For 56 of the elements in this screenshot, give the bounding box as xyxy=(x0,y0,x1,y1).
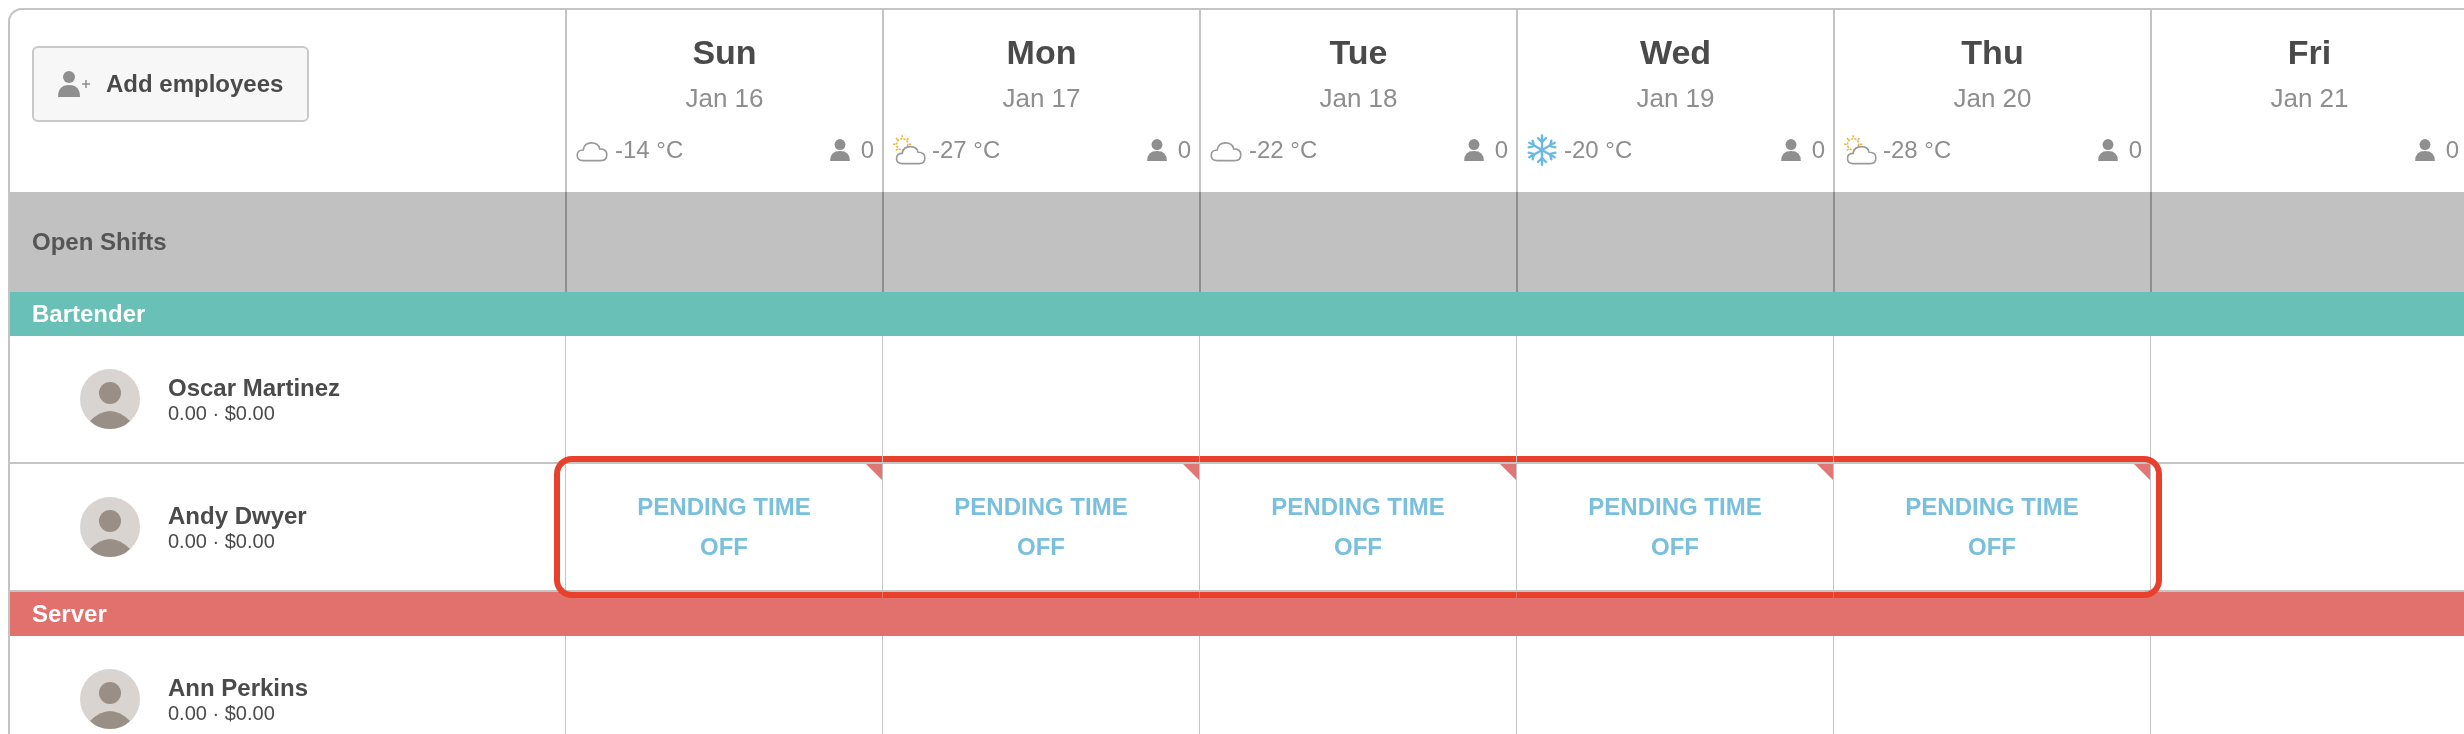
avatar xyxy=(80,369,140,429)
corner-flag-icon xyxy=(1817,464,1833,480)
day-name: Sun xyxy=(692,32,757,73)
day-name: Wed xyxy=(1639,32,1712,73)
temperature: -22 °C xyxy=(1249,135,1318,165)
pending-time-off-label: PENDING TIME OFF xyxy=(1587,492,1763,562)
staff-count: 0 xyxy=(1177,135,1191,165)
pending-time-off-label: PENDING TIME OFF xyxy=(636,492,812,562)
corner-flag-icon xyxy=(1183,464,1199,480)
day-date: Jan 16 xyxy=(685,82,764,115)
add-person-icon xyxy=(58,70,92,98)
day-date: Jan 18 xyxy=(1319,82,1398,115)
group-name: Bartender xyxy=(32,299,146,329)
temperature: -28 °C xyxy=(1883,135,1952,165)
day-name: Fri xyxy=(2287,32,2332,73)
staff-count: 0 xyxy=(1811,135,1825,165)
employee-hours-cost: 0.00 · $0.00 xyxy=(168,402,276,424)
person-icon xyxy=(1779,138,1802,162)
pending-time-off-label: PENDING TIME OFF xyxy=(953,492,1129,562)
corner-flag-icon xyxy=(2134,464,2150,480)
person-icon xyxy=(2096,138,2119,162)
staff-count: 0 xyxy=(860,135,874,165)
avatar xyxy=(80,669,140,729)
day-date: Jan 21 xyxy=(2270,82,2349,115)
day-date: Jan 19 xyxy=(1636,82,1715,115)
employee-hours-cost: 0.00 · $0.00 xyxy=(168,530,276,552)
add-employees-button[interactable]: Add employees xyxy=(32,46,310,122)
employee-name: Ann Perkins xyxy=(168,674,309,702)
sun-cloud-icon xyxy=(892,134,926,166)
employee-name: Oscar Martinez xyxy=(168,374,341,402)
pending-time-off-label: PENDING TIME OFF xyxy=(1904,492,2080,562)
open-shifts-label: Open Shifts xyxy=(32,227,167,257)
staff-count: 0 xyxy=(1494,135,1508,165)
employee-hours-cost: 0.00 · $0.00 xyxy=(168,702,276,724)
day-date: Jan 20 xyxy=(1953,82,2032,115)
day-name: Thu xyxy=(1961,32,2024,73)
temperature: -14 °C xyxy=(615,135,684,165)
temperature: -20 °C xyxy=(1564,135,1633,165)
employee-name: Andy Dwyer xyxy=(168,502,307,530)
person-icon xyxy=(1462,138,1485,162)
person-icon xyxy=(828,138,851,162)
day-name: Mon xyxy=(1006,32,1077,73)
avatar xyxy=(80,497,140,557)
person-icon xyxy=(2413,138,2436,162)
corner-flag-icon xyxy=(866,464,882,480)
temperature: -27 °C xyxy=(932,135,1001,165)
day-date: Jan 17 xyxy=(1002,82,1081,115)
pending-time-off-label: PENDING TIME OFF xyxy=(1270,492,1446,562)
snowflake-icon xyxy=(1526,134,1558,166)
staff-count: 0 xyxy=(2128,135,2142,165)
staff-count: 0 xyxy=(2445,135,2459,165)
group-name: Server xyxy=(32,599,107,629)
sun-cloud-icon xyxy=(1843,134,1877,166)
day-name: Tue xyxy=(1329,32,1388,73)
person-icon xyxy=(1145,138,1168,162)
corner-flag-icon xyxy=(1500,464,1516,480)
